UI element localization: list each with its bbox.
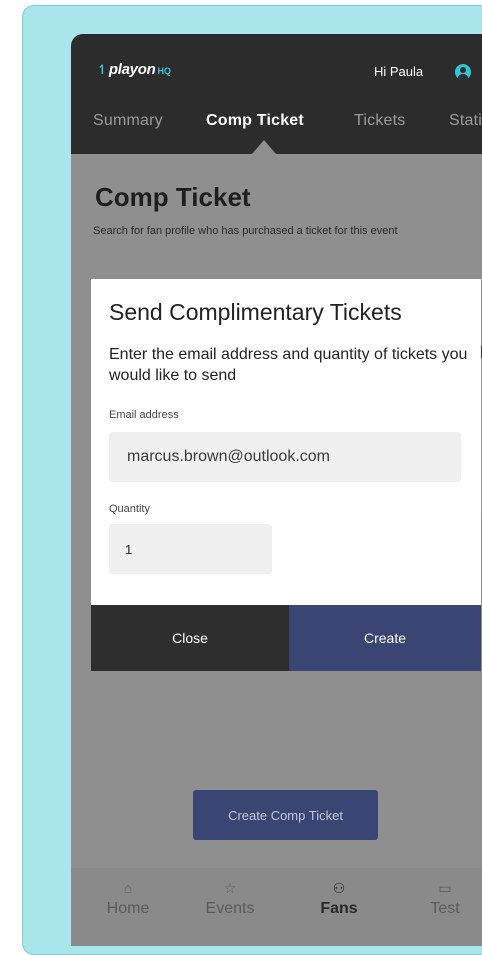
video-icon: ▭ — [438, 880, 452, 896]
nav-item-events[interactable]: ☆ Events — [190, 878, 270, 918]
tab-comp-ticket[interactable]: Comp Ticket — [206, 112, 304, 130]
events-icon: ☆ — [223, 880, 237, 896]
bottom-navigation: ⌂ Home ☆ Events ⚇ Fans ▭ Test — [71, 868, 482, 946]
nav-label-fans: Fans — [320, 900, 358, 917]
create-button[interactable]: Create — [289, 605, 481, 671]
device-frame: ↿ playon HQ Hi Paula Summary Comp Ticket… — [22, 5, 482, 955]
tab-statistics[interactable]: Statist — [449, 112, 482, 130]
logo-text: playon — [108, 61, 156, 78]
nav-label-home: Home — [106, 900, 150, 917]
event-tabs: Summary Comp Ticket Tickets Statist — [71, 112, 482, 140]
app-header: ↿ playon HQ Hi Paula Summary Comp Ticket… — [71, 34, 482, 154]
logo-arrow-icon: ↿ — [97, 62, 108, 77]
nav-item-fans[interactable]: ⚇ Fans — [299, 878, 379, 918]
page-subtitle: Search for fan profile who has purchased… — [93, 225, 398, 237]
close-button[interactable]: Close — [91, 605, 289, 671]
nav-label-test: Test — [430, 900, 460, 917]
send-comp-tickets-modal: Send Complimentary Tickets Enter the ema… — [91, 279, 481, 671]
logo-suffix: HQ — [157, 66, 171, 76]
modal-body: Send Complimentary Tickets Enter the ema… — [91, 279, 481, 605]
home-icon: ⌂ — [123, 880, 133, 896]
playon-logo[interactable]: ↿ playon HQ — [97, 61, 171, 78]
email-field[interactable] — [109, 432, 461, 482]
modal-description: Enter the email address and quantity of … — [109, 346, 468, 384]
nav-item-home[interactable]: ⌂ Home — [88, 878, 168, 918]
fans-icon: ⚇ — [332, 880, 346, 896]
nav-label-events: Events — [205, 900, 255, 917]
quantity-label: Quantity — [109, 503, 150, 515]
nav-item-test[interactable]: ▭ Test — [405, 878, 482, 918]
quantity-field[interactable] — [109, 524, 272, 574]
page-title: Comp Ticket — [95, 182, 251, 212]
modal-title: Send Complimentary Tickets — [109, 299, 402, 325]
app-screen: ↿ playon HQ Hi Paula Summary Comp Ticket… — [71, 34, 482, 946]
tab-summary[interactable]: Summary — [93, 112, 163, 130]
email-label: Email address — [109, 409, 179, 421]
user-circle-icon[interactable] — [455, 64, 471, 80]
tab-tickets[interactable]: Tickets — [354, 112, 405, 130]
active-tab-indicator — [252, 140, 276, 154]
create-comp-ticket-button[interactable]: Create Comp Ticket — [193, 790, 378, 840]
user-greeting: Hi Paula — [374, 64, 424, 79]
